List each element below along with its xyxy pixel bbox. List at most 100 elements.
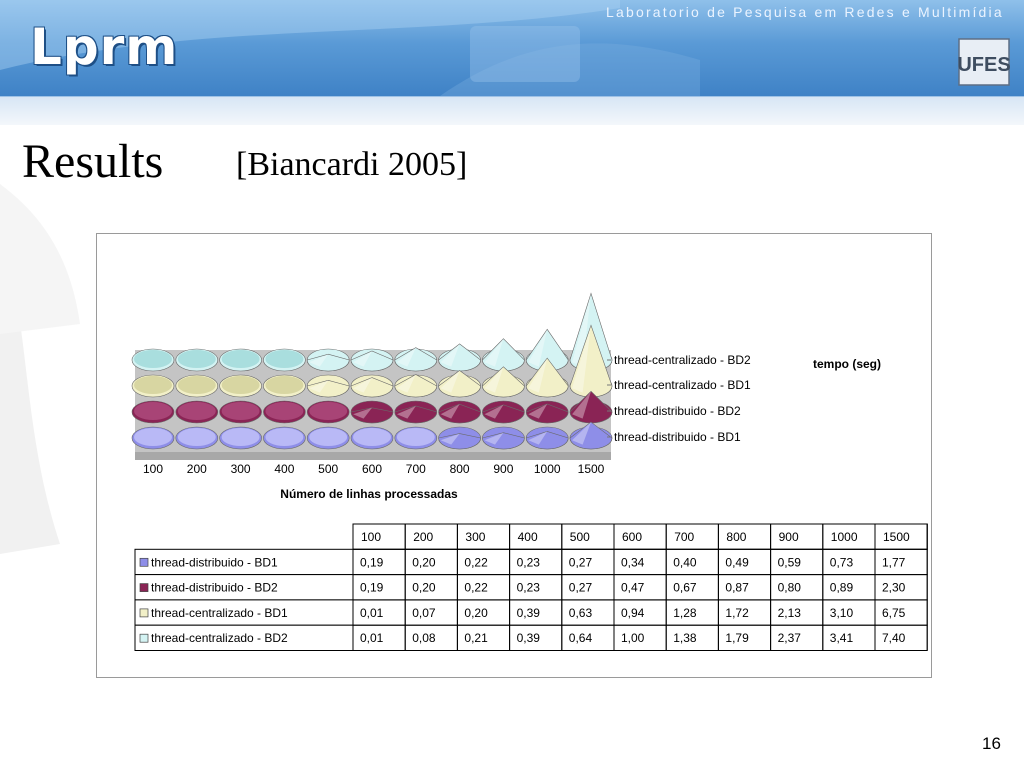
slide-number: 16 [982, 734, 1001, 753]
cone-0-9 [525, 426, 569, 450]
table-cell: 1,72 [725, 606, 749, 620]
cone-3-8 [482, 338, 525, 372]
table-cell: 2,30 [882, 581, 906, 595]
table-cell: 0,67 [673, 581, 697, 595]
x-tick-label: 300 [231, 462, 251, 476]
table-header-cell: 800 [726, 530, 746, 544]
table-cell: 0,80 [778, 581, 802, 595]
cone-1-3 [263, 400, 306, 424]
header-strip [0, 96, 1024, 125]
table-cell: 1,38 [673, 631, 697, 645]
table-header-cell: 700 [674, 530, 694, 544]
cone-3-1 [175, 348, 219, 372]
cone-0-7 [438, 426, 481, 450]
table-cell: 0,07 [412, 606, 436, 620]
cone-1-0 [131, 400, 175, 424]
cone-3-3 [263, 348, 306, 372]
table-cell: 7,40 [882, 631, 906, 645]
x-tick-label: 400 [274, 462, 294, 476]
table-cell: 1,79 [725, 631, 749, 645]
cone-3-5 [350, 348, 394, 372]
table-header-cell: 900 [779, 530, 799, 544]
x-axis-ticks: 100 200 300 400 500 600 700 800 900 1000 1500 [143, 462, 605, 476]
header-banner: Laboratorio de Pesquisa em Redes e Multi… [0, 0, 1024, 96]
cone-0-0 [131, 426, 175, 450]
x-tick-label: 600 [362, 462, 382, 476]
x-tick-label: 200 [187, 462, 207, 476]
cone-2-4 [306, 374, 350, 398]
x-tick-label: 1500 [578, 462, 605, 476]
depth-label: thread-distribuido - BD1 [614, 430, 741, 444]
table-cell: 0,39 [517, 606, 541, 620]
depth-label: thread-centralizado - BD1 [614, 378, 751, 392]
cone-2-5 [350, 374, 394, 398]
table-header-cell: 100 [361, 530, 381, 544]
table-cell: 0,64 [569, 631, 593, 645]
table-cell: 0,20 [412, 555, 436, 569]
cone-0-3 [263, 426, 306, 450]
x-axis-label: Número de linhas processadas [280, 487, 458, 501]
cone-2-2 [219, 374, 262, 398]
chart-frame: 100 200 300 400 500 600 700 800 900 1000 1500 Núme… [96, 233, 932, 678]
cone-0-2 [219, 426, 262, 450]
cone-1-2 [219, 400, 262, 424]
table-header-cell: 400 [518, 530, 538, 544]
cone-0-4 [306, 426, 350, 450]
table-header-cell: 1500 [883, 530, 910, 544]
ufes-logo: UFES [958, 38, 1010, 86]
slide-title: Results [22, 135, 164, 188]
cone-2-1 [175, 374, 219, 398]
cone-1-1 [175, 400, 219, 424]
x-tick-label: 700 [406, 462, 426, 476]
table-row-label: thread-centralizado - BD2 [151, 631, 288, 645]
cone-3-4 [306, 348, 350, 372]
svg-text:UFES: UFES [958, 54, 1010, 76]
table-cell: 0,08 [412, 631, 436, 645]
table-cell: 3,41 [830, 631, 854, 645]
series-depth-labels: thread-distribuido - BD1 thread-distribui… [607, 353, 751, 444]
x-tick-label: 1000 [534, 462, 561, 476]
table-cell: 0,01 [360, 606, 384, 620]
slide-reference: [Biancardi 2005] [236, 146, 468, 183]
table-cell: 0,23 [517, 555, 541, 569]
table-cell: 1,00 [621, 631, 645, 645]
table-cell: 0,27 [569, 555, 593, 569]
table-header-cell: 1000 [831, 530, 858, 544]
cone-2-3 [263, 374, 306, 398]
cone-chart: 100 200 300 400 500 600 700 800 900 1000 1500 Núme… [131, 292, 928, 652]
cone-1-5 [350, 400, 394, 424]
table-cell: 0,19 [360, 581, 384, 595]
table-cell: 0,27 [569, 581, 593, 595]
table-header-cell: 300 [465, 530, 485, 544]
table-cell: 0,63 [569, 606, 593, 620]
cone-0-1 [175, 426, 219, 450]
table-cell: 0,47 [621, 581, 645, 595]
table-cell: 2,13 [778, 606, 802, 620]
depth-label: thread-centralizado - BD2 [614, 353, 751, 367]
table-header-cell: 500 [570, 530, 590, 544]
table-cell: 1,28 [673, 606, 697, 620]
table-cell: 0,73 [830, 555, 854, 569]
table-cell: 0,22 [464, 581, 488, 595]
legend-swatch [139, 633, 149, 643]
cone-3-2 [219, 348, 262, 372]
cone-3-7 [438, 343, 481, 372]
x-tick-label: 500 [318, 462, 338, 476]
depth-label: thread-distribuido - BD2 [614, 404, 741, 418]
table-cell: 6,75 [882, 606, 906, 620]
table-cell: 0,20 [464, 606, 488, 620]
table-cell: 0,89 [830, 581, 854, 595]
table-cell: 0,01 [360, 631, 384, 645]
cone-3-0 [131, 348, 175, 372]
cone-1-9 [525, 400, 569, 424]
table-cell: 0,21 [464, 631, 488, 645]
cone-1-6 [394, 400, 438, 424]
table-cell: 1,77 [882, 555, 906, 569]
table-cell: 0,22 [464, 555, 488, 569]
cone-0-8 [482, 426, 525, 450]
cone-0-5 [350, 426, 394, 450]
table-cell: 0,87 [725, 581, 749, 595]
table-row-label: thread-distribuido - BD2 [151, 581, 278, 595]
table-cell: 2,37 [778, 631, 802, 645]
table-cell: 0,20 [412, 581, 436, 595]
